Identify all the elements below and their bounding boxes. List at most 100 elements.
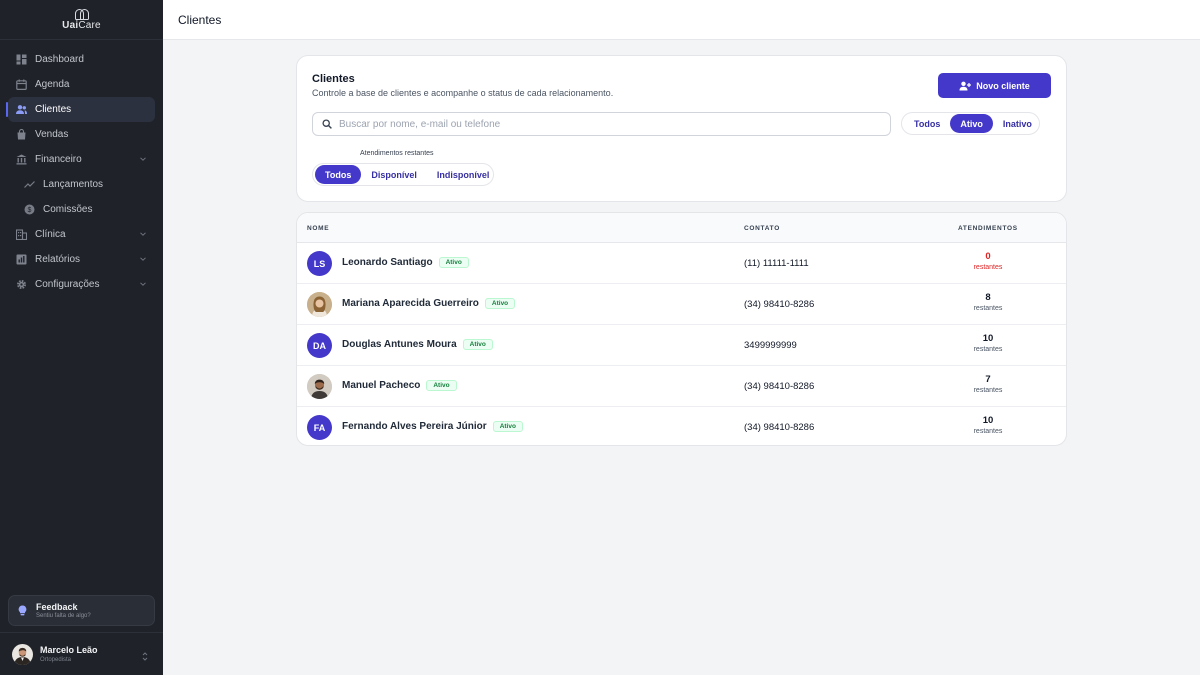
report-icon bbox=[16, 254, 27, 265]
search-field[interactable] bbox=[312, 112, 891, 136]
availability-filter-disponivel[interactable]: Disponível bbox=[361, 165, 427, 184]
search-icon bbox=[322, 119, 332, 129]
top-bar: Clientes bbox=[163, 0, 1200, 40]
column-header-atendimentos[interactable]: ATENDIMENTOS bbox=[958, 225, 1018, 232]
status-badge: Ativo bbox=[462, 339, 493, 350]
client-name[interactable]: Fernando Alves Pereira Júnior bbox=[342, 421, 487, 432]
avatar bbox=[12, 643, 33, 665]
remaining-appointments: 10 restantes bbox=[938, 415, 1038, 435]
sidebar-item-relatorios[interactable]: Relatórios bbox=[8, 247, 155, 272]
status-filter-ativo[interactable]: Ativo bbox=[950, 114, 993, 133]
sidebar-item-label: Configurações bbox=[35, 279, 100, 290]
calendar-icon bbox=[16, 79, 27, 90]
bank-icon bbox=[16, 154, 27, 165]
chevron-up-down-icon bbox=[141, 649, 149, 661]
client-name[interactable]: Douglas Antunes Moura bbox=[342, 339, 457, 350]
svg-text:$: $ bbox=[28, 207, 32, 214]
remaining-count: 10 bbox=[982, 333, 994, 344]
gear-icon bbox=[16, 279, 27, 290]
trend-line-icon bbox=[24, 179, 35, 190]
remaining-label: restantes bbox=[973, 305, 1003, 312]
user-role: Ortopedista bbox=[40, 657, 72, 663]
availability-filter-indisponivel[interactable]: Indisponível bbox=[427, 165, 500, 184]
client-contact: (34) 98410-8286 bbox=[744, 299, 815, 310]
shopping-bag-icon bbox=[16, 129, 27, 140]
table-row[interactable]: FA Fernando Alves Pereira Júnior Ativo (… bbox=[297, 407, 1066, 445]
remaining-label: restantes bbox=[973, 346, 1003, 353]
client-contact: (11) 11111-1111 bbox=[744, 258, 809, 269]
remaining-label: restantes bbox=[973, 428, 1003, 435]
sidebar-item-label: Clientes bbox=[35, 104, 72, 115]
sidebar-nav: Dashboard Agenda Clientes Vendas Finance… bbox=[0, 40, 163, 297]
feedback-title: Feedback bbox=[36, 602, 78, 612]
sidebar-item-label: Agenda bbox=[35, 79, 70, 90]
remaining-appointments: 10 restantes bbox=[938, 333, 1038, 353]
sidebar: UaiCare Dashboard Agenda Clientes Vendas… bbox=[0, 0, 163, 675]
clients-table: NOME CONTATO ATENDIMENTOS LS Leonardo Sa… bbox=[296, 212, 1067, 446]
sidebar-item-clinica[interactable]: Clínica bbox=[8, 222, 155, 247]
feedback-button[interactable]: Feedback Sentiu falta de algo? bbox=[8, 595, 155, 626]
remaining-appointments: 0 restantes bbox=[938, 251, 1038, 271]
client-name[interactable]: Leonardo Santiago bbox=[342, 257, 433, 268]
sidebar-item-financeiro[interactable]: Financeiro bbox=[8, 147, 155, 172]
sidebar-item-clientes[interactable]: Clientes bbox=[6, 97, 155, 122]
chevron-down-icon bbox=[139, 280, 147, 288]
sidebar-item-label: Dashboard bbox=[35, 54, 84, 65]
user-menu[interactable]: Marcelo Leão Ortopedista bbox=[0, 632, 163, 675]
availability-filter: Todos Disponível Indisponível bbox=[312, 163, 494, 186]
sidebar-item-dashboard[interactable]: Dashboard bbox=[8, 47, 155, 72]
logo-text-bold: Uai bbox=[62, 19, 79, 31]
sidebar-item-label: Relatórios bbox=[35, 254, 81, 265]
remaining-appointments: 8 restantes bbox=[938, 292, 1038, 312]
avatar: LS bbox=[307, 251, 332, 276]
remaining-appointments: 7 restantes bbox=[938, 374, 1038, 394]
table-row[interactable]: DA Douglas Antunes Moura Ativo 349999999… bbox=[297, 325, 1066, 366]
status-badge: Ativo bbox=[438, 257, 469, 268]
users-icon bbox=[16, 104, 27, 115]
remaining-label: restantes bbox=[973, 264, 1003, 271]
search-input[interactable] bbox=[339, 118, 859, 130]
chevron-down-icon bbox=[139, 255, 147, 263]
app-logo[interactable]: UaiCare bbox=[0, 0, 163, 40]
sidebar-item-vendas[interactable]: Vendas bbox=[8, 122, 155, 147]
client-contact: (34) 98410-8286 bbox=[744, 422, 815, 433]
add-user-icon bbox=[959, 81, 972, 91]
avatar bbox=[307, 374, 332, 399]
clients-header-card: Clientes Controle a base de clientes e a… bbox=[296, 55, 1067, 202]
chevron-down-icon bbox=[139, 155, 147, 163]
new-client-label: Novo cliente bbox=[976, 80, 1030, 91]
sidebar-item-label: Financeiro bbox=[35, 154, 82, 165]
remaining-count: 10 bbox=[982, 415, 994, 426]
chevron-down-icon bbox=[139, 230, 147, 238]
remaining-count: 8 bbox=[985, 292, 991, 303]
remaining-count: 0 bbox=[985, 251, 991, 262]
dashboard-icon bbox=[16, 54, 27, 65]
lightbulb-icon bbox=[18, 605, 27, 616]
sidebar-item-label: Lançamentos bbox=[43, 179, 104, 190]
card-description: Controle a base de clientes e acompanhe … bbox=[312, 88, 614, 98]
new-client-button[interactable]: Novo cliente bbox=[938, 73, 1051, 98]
table-row[interactable]: LS Leonardo Santiago Ativo (11) 11111-11… bbox=[297, 243, 1066, 284]
sidebar-item-configuracoes[interactable]: Configurações bbox=[8, 272, 155, 297]
client-contact: (34) 98410-8286 bbox=[744, 381, 815, 392]
avatar bbox=[307, 292, 332, 317]
availability-filter-todos[interactable]: Todos bbox=[315, 165, 362, 184]
client-name[interactable]: Manuel Pacheco bbox=[342, 380, 420, 391]
status-filter-todos[interactable]: Todos bbox=[904, 114, 950, 133]
status-filter-inativo[interactable]: Inativo bbox=[993, 114, 1042, 133]
status-badge: Ativo bbox=[484, 298, 516, 309]
table-row[interactable]: Mariana Aparecida Guerreiro Ativo (34) 9… bbox=[297, 284, 1066, 325]
sidebar-item-label: Vendas bbox=[35, 129, 69, 140]
column-header-nome[interactable]: NOME bbox=[307, 225, 329, 232]
column-header-contato[interactable]: CONTATO bbox=[744, 225, 780, 232]
remaining-count: 7 bbox=[985, 374, 991, 385]
sidebar-item-agenda[interactable]: Agenda bbox=[8, 72, 155, 97]
user-name: Marcelo Leão bbox=[40, 645, 98, 655]
building-icon bbox=[16, 229, 27, 240]
table-row[interactable]: Manuel Pacheco Ativo (34) 98410-8286 7 r… bbox=[297, 366, 1066, 407]
page-title: Clientes bbox=[178, 13, 222, 27]
sidebar-item-comissoes[interactable]: $ Comissões bbox=[8, 197, 155, 222]
sidebar-item-lancamentos[interactable]: Lançamentos bbox=[8, 172, 155, 197]
client-name[interactable]: Mariana Aparecida Guerreiro bbox=[342, 298, 479, 309]
sidebar-item-label: Clínica bbox=[35, 229, 66, 240]
